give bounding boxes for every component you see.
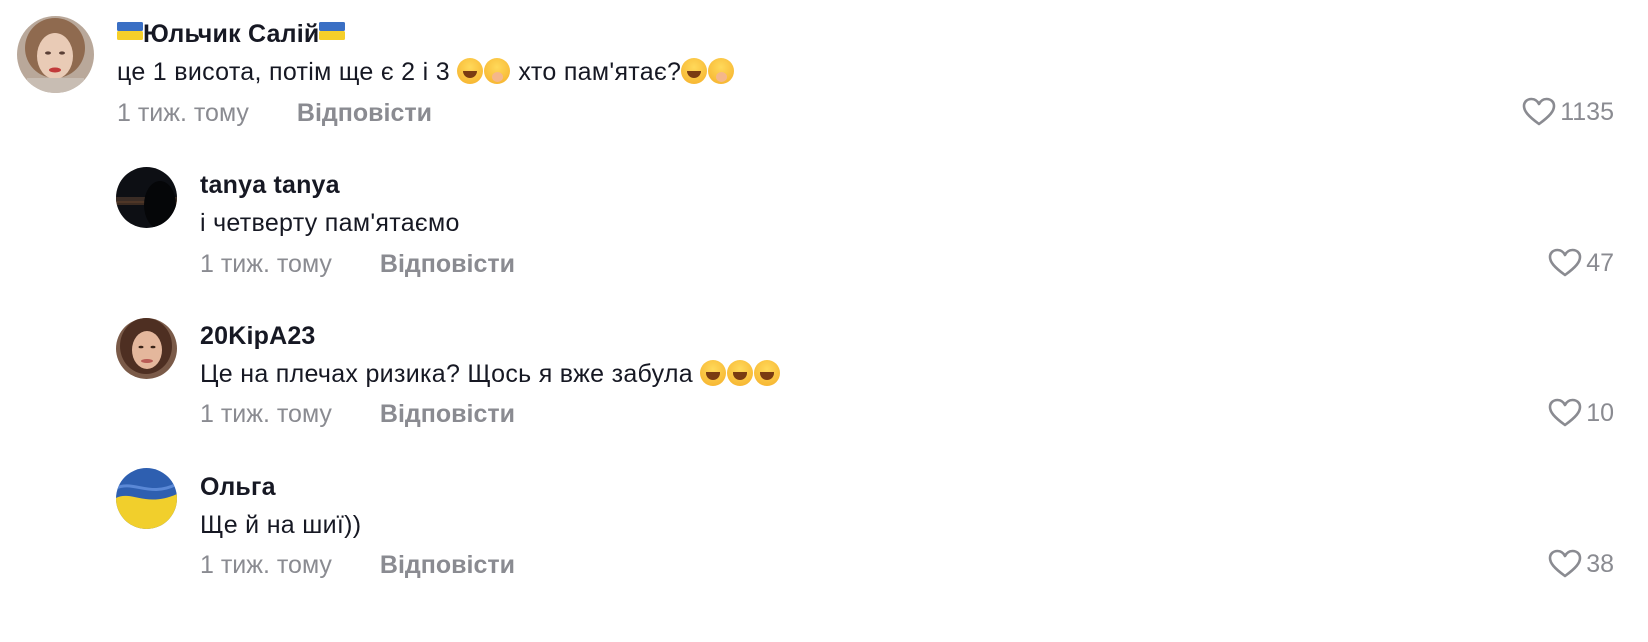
face-with-tears-of-joy-icon [457,58,484,84]
comment-reply: Ольга Ще й на шиї)) 1 тиж. тому Відповіс… [0,452,1648,642]
face-with-hand-over-mouth-icon [708,58,735,84]
ukraine-flag-icon [319,22,346,40]
avatar[interactable] [116,468,177,529]
heart-outline-icon [1548,549,1582,578]
grinning-squinting-face-icon [700,360,727,386]
heart-outline-icon [1548,398,1582,427]
ukraine-flag-icon [117,22,143,40]
like-button[interactable]: 1135 [1522,97,1614,127]
comment-meta: 1 тиж. тому Відповісти [200,400,515,429]
like-count: 1135 [1560,97,1614,126]
comment: Юльчик Салій це 1 висота, потім ще є 2 і… [0,0,1648,150]
reply-button[interactable]: Відповісти [380,250,515,279]
like-button[interactable]: 10 [1548,398,1614,428]
comment-timestamp: 1 тиж. тому [200,551,332,579]
comment-timestamp: 1 тиж. тому [200,250,332,278]
comment-text: Ще й на шиї)) [200,511,362,539]
heart-outline-icon [1548,248,1582,277]
comment-text: і четверту пам'ятаємо [200,209,460,237]
comment-username[interactable]: Ольга [200,473,276,502]
comment-timestamp: 1 тиж. тому [117,99,249,127]
avatar[interactable] [116,167,177,228]
comment-username[interactable]: tanya tanya [200,171,340,200]
reply-button[interactable]: Відповісти [380,400,515,429]
grinning-squinting-face-icon [754,360,781,386]
reply-button[interactable]: Відповісти [297,99,432,128]
comment-meta: 1 тиж. тому Відповісти [200,250,515,279]
grinning-squinting-face-icon [727,360,754,386]
heart-outline-icon [1522,97,1556,126]
comment-meta: 1 тиж. тому Відповісти [200,551,515,580]
face-with-tears-of-joy-icon [681,58,708,84]
comment-text-body: це 1 висота, потім ще є 2 і 3 [117,58,450,86]
reply-button[interactable]: Відповісти [380,551,515,580]
avatar[interactable] [17,16,94,93]
comment-text-body: Це на плечах ризика? Щось я вже забула [200,360,693,388]
comment-text-tail: хто пам'ятає? [518,58,682,86]
comment-text: Це на плечах ризика? Щось я вже забула [200,360,781,389]
comment-meta: 1 тиж. тому Відповісти [117,99,432,128]
comment-username[interactable]: 20KipA23 [200,322,316,351]
like-count: 38 [1586,549,1614,578]
like-count: 47 [1586,248,1614,277]
comment-timestamp: 1 тиж. тому [200,400,332,428]
comment-reply: tanya tanya і четверту пам'ятаємо 1 тиж.… [0,150,1648,300]
like-button[interactable]: 47 [1548,248,1614,278]
comment-username[interactable]: Юльчик Салій [117,20,346,49]
like-count: 10 [1586,398,1614,427]
comment-username-text: Юльчик Салій [143,20,320,48]
comment-thread: Юльчик Салій це 1 висота, потім ще є 2 і… [0,0,1648,642]
face-with-hand-over-mouth-icon [484,58,511,84]
comment-text: це 1 висота, потім ще є 2 і 3 хто пам'ят… [117,58,735,87]
avatar[interactable] [116,318,177,379]
like-button[interactable]: 38 [1548,549,1614,579]
comment-reply: 20KipA23 Це на плечах ризика? Щось я вже… [0,300,1648,450]
